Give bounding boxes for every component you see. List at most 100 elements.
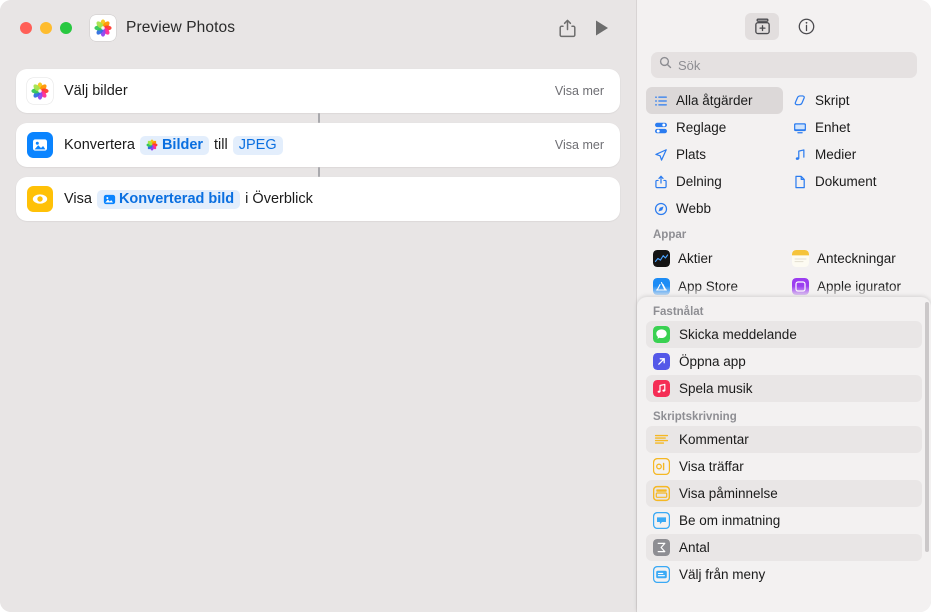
pinned-section-title: Fastnålat xyxy=(653,306,704,318)
search-field[interactable] xyxy=(651,52,917,78)
show-more-button[interactable]: Visa mer xyxy=(555,84,604,98)
window-title: Preview Photos xyxy=(126,19,236,36)
action-row[interactable]: Välj bilder Visa mer xyxy=(16,69,620,113)
action-row[interactable]: Visa Konverterad bild i Överblick xyxy=(16,177,620,221)
titlebar: Preview Photos xyxy=(0,0,636,56)
converted-image-token-icon xyxy=(103,193,116,206)
app-item-anteckningar[interactable]: Anteckningar xyxy=(785,244,922,272)
quick-look-icon xyxy=(27,186,53,212)
app-label: Anteckningar xyxy=(817,250,896,266)
search-input[interactable] xyxy=(678,57,909,73)
web-icon xyxy=(653,201,668,216)
close-button[interactable] xyxy=(20,22,32,34)
show-result-icon xyxy=(653,458,670,475)
category-webb[interactable]: Webb xyxy=(646,195,783,222)
run-icon[interactable] xyxy=(584,13,618,43)
app-item-aktier[interactable]: Aktier xyxy=(646,244,783,272)
app-label: Aktier xyxy=(678,250,713,266)
controls-icon xyxy=(653,120,668,135)
action-text: Välj bilder xyxy=(64,83,128,99)
category-label: Dokument xyxy=(815,174,877,189)
device-icon xyxy=(792,120,807,135)
action-token-converted-image[interactable]: Konverterad bild xyxy=(96,189,241,209)
list-item-antal[interactable]: Antal xyxy=(646,534,922,561)
stocks-app-icon xyxy=(653,249,670,267)
list-item-label: Öppna app xyxy=(679,354,746,369)
action-mid-label: till xyxy=(214,137,228,153)
share-icon[interactable] xyxy=(550,13,584,43)
app-label: Apple igurator xyxy=(817,278,902,294)
category-skript[interactable]: Skript xyxy=(785,87,922,114)
list-item-label: Skicka meddelande xyxy=(679,327,797,342)
list-item-skicka-meddelande[interactable]: Skicka meddelande xyxy=(646,321,922,348)
list-item-be-om-inmatning[interactable]: Be om inmatning xyxy=(646,507,922,534)
pinned-list: Skicka meddelande Öppna app Spela musik xyxy=(637,321,931,402)
action-text: Visa Konverterad bild i Överblick xyxy=(64,189,313,209)
app-store-app-icon xyxy=(653,277,670,295)
connector-line xyxy=(318,113,320,123)
list-item-label: Visa träffar xyxy=(679,459,744,474)
app-item-app-store[interactable]: App Store xyxy=(646,272,783,300)
count-icon xyxy=(653,539,670,556)
music-icon xyxy=(653,380,670,397)
action-text: Konvertera Bilder till JPEG xyxy=(64,135,283,155)
search-wrapper xyxy=(637,52,931,78)
category-plats[interactable]: Plats xyxy=(646,141,783,168)
category-enhet[interactable]: Enhet xyxy=(785,114,922,141)
category-label: Plats xyxy=(676,147,707,162)
list-item-visa-traffar[interactable]: Visa träffar xyxy=(646,453,922,480)
action-token-images[interactable]: Bilder xyxy=(139,135,210,155)
category-label: Reglage xyxy=(676,120,727,135)
photos-icon xyxy=(90,15,116,41)
list-item-label: Välj från meny xyxy=(679,567,766,582)
info-icon[interactable] xyxy=(789,13,823,40)
photos-token-icon xyxy=(146,139,159,152)
library-overlay-panel: Fastnålat Skicka meddelande Öppna app Sp… xyxy=(637,297,931,612)
action-library-icon[interactable] xyxy=(745,12,779,40)
app-item-apple-configurator[interactable]: Apple igurator xyxy=(785,272,922,300)
photos-icon xyxy=(27,78,53,104)
minimize-button[interactable] xyxy=(40,22,52,34)
apps-section-title: Appar xyxy=(653,229,687,241)
list-item-label: Spela musik xyxy=(679,381,753,396)
token-label: Konverterad bild xyxy=(118,191,235,207)
list-item-spela-musik[interactable]: Spela musik xyxy=(646,375,922,402)
share-icon xyxy=(653,174,668,189)
list-item-label: Kommentar xyxy=(679,432,749,447)
category-delning[interactable]: Delning xyxy=(646,168,783,195)
category-label: Enhet xyxy=(815,120,851,135)
apple-configurator-app-icon xyxy=(792,277,809,295)
shortcuts-window: Preview Photos Välj bilder Visa mer Konv… xyxy=(0,0,931,612)
messages-icon xyxy=(653,326,670,343)
action-list: Välj bilder Visa mer Konvertera Bilder t… xyxy=(0,56,636,221)
category-alla-atgarder[interactable]: Alla åtgärder xyxy=(646,87,783,114)
list-item-label: Visa påminnelse xyxy=(679,486,778,501)
token-label: Bilder xyxy=(161,137,204,153)
list-item-label: Be om inmatning xyxy=(679,513,781,528)
action-token-format[interactable]: JPEG xyxy=(232,135,283,155)
list-item-kommentar[interactable]: Kommentar xyxy=(646,426,922,453)
media-icon xyxy=(792,147,807,162)
list-item-visa-paminnelse[interactable]: Visa påminnelse xyxy=(646,480,922,507)
action-connector-gap xyxy=(16,167,620,177)
list-icon xyxy=(653,93,668,108)
action-row[interactable]: Konvertera Bilder till JPEG Visa mer xyxy=(16,123,620,167)
scripting-section-title: Skriptskrivning xyxy=(653,411,737,423)
category-label: Skript xyxy=(815,93,850,108)
library-scrollbar[interactable] xyxy=(925,302,929,552)
editor-pane: Preview Photos Välj bilder Visa mer Konv… xyxy=(0,0,636,612)
library-toolbar xyxy=(637,0,931,52)
list-item-oppna-app[interactable]: Öppna app xyxy=(646,348,922,375)
action-connector-gap xyxy=(16,113,620,123)
category-medier[interactable]: Medier xyxy=(785,141,922,168)
category-reglage[interactable]: Reglage xyxy=(646,114,783,141)
show-more-button[interactable]: Visa mer xyxy=(555,138,604,152)
location-icon xyxy=(653,147,668,162)
notes-app-icon xyxy=(792,249,809,267)
zoom-button[interactable] xyxy=(60,22,72,34)
category-dokument[interactable]: Dokument xyxy=(785,168,922,195)
open-app-icon xyxy=(653,353,670,370)
ask-for-input-icon xyxy=(653,512,670,529)
list-item-valj-fran-meny[interactable]: Välj från meny xyxy=(646,561,922,588)
search-icon xyxy=(659,56,672,74)
